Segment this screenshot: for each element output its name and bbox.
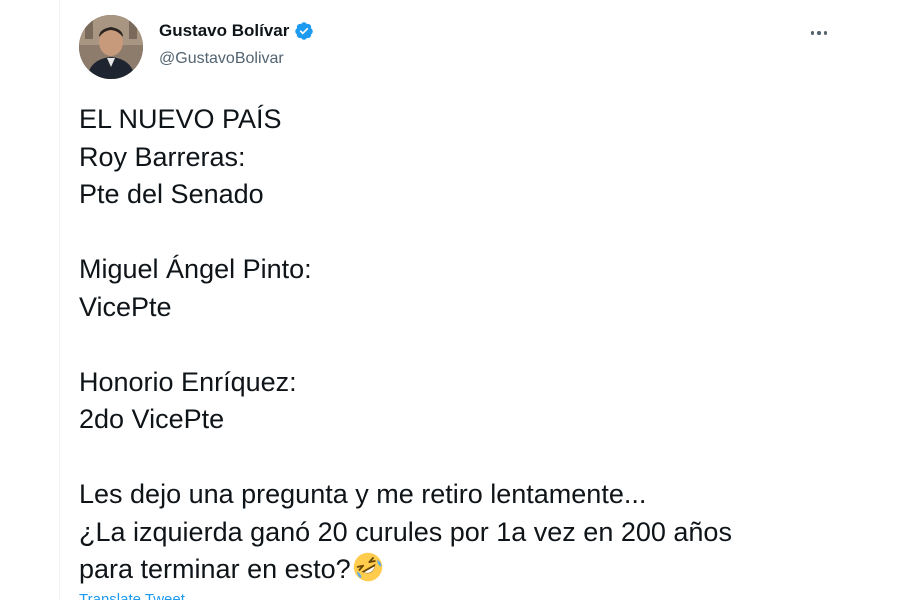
tweet-line: VicePte bbox=[79, 291, 172, 322]
author-name-row[interactable]: Gustavo Bolívar bbox=[159, 20, 314, 42]
tweet-line-last: para terminar en esto? bbox=[79, 551, 879, 594]
avatar[interactable] bbox=[79, 15, 143, 79]
tweet-line: EL NUEVO PAÍS bbox=[79, 104, 282, 134]
tweet-line bbox=[79, 439, 879, 477]
tweet-line: ¿La izquierda ganó 20 curules por 1a vez… bbox=[79, 516, 732, 547]
translate-tweet-link[interactable]: Translate Tweet bbox=[79, 590, 185, 600]
tweet-line bbox=[79, 326, 879, 364]
tweet-line: Honorio Enríquez: bbox=[79, 366, 297, 397]
tweet-line bbox=[79, 214, 879, 252]
tweet-line: Roy Barreras: bbox=[79, 141, 246, 172]
tweet-line-text: para terminar en esto? bbox=[79, 554, 351, 584]
tweet-line: Pte del Senado bbox=[79, 179, 264, 209]
timeline-divider bbox=[59, 0, 60, 600]
tweet-line: Les dejo una pregunta y me retiro lentam… bbox=[79, 479, 647, 509]
verified-badge-icon bbox=[294, 21, 314, 41]
tweet-body: EL NUEVO PAÍS Roy Barreras: Pte del Sena… bbox=[79, 101, 879, 594]
tweet-line: Miguel Ángel Pinto: bbox=[79, 254, 312, 284]
author-display-name[interactable]: Gustavo Bolívar bbox=[159, 20, 289, 42]
more-options-icon[interactable] bbox=[806, 22, 832, 44]
rolling-on-the-floor-laughing-icon bbox=[352, 551, 384, 594]
author-handle[interactable]: @GustavoBolivar bbox=[159, 48, 284, 70]
tweet-line: 2do VicePte bbox=[79, 404, 225, 434]
tweet-card: Gustavo Bolívar @GustavoBolivar EL NUEVO… bbox=[0, 0, 900, 600]
